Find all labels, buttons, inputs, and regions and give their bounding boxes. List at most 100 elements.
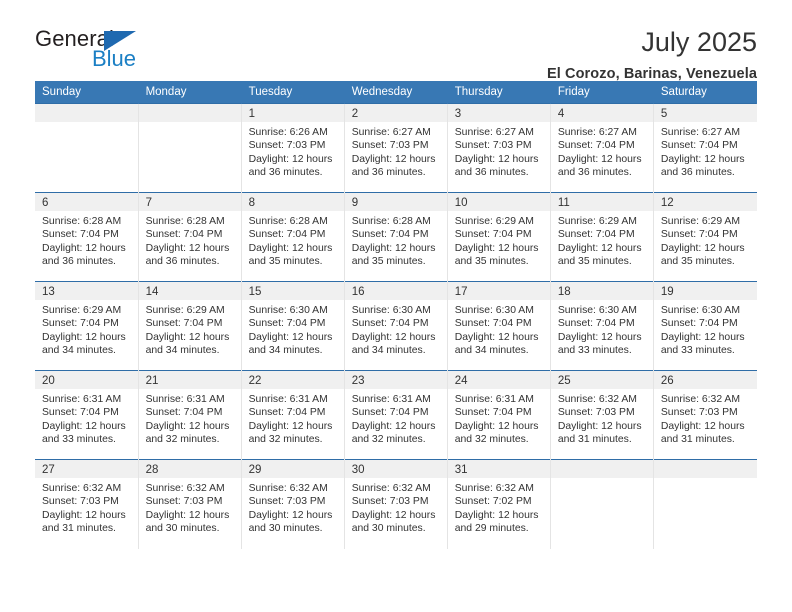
calendar-day-cell[interactable]: 17 Sunrise: 6:30 AM Sunset: 7:04 PM Dayligh…: [447, 281, 551, 371]
calendar-day-cell[interactable]: 20 Sunrise: 6:31 AM Sunset: 7:04 PM Dayligh…: [35, 370, 139, 460]
day-number: 19: [653, 282, 757, 300]
day-number: 29: [241, 460, 344, 478]
sunset-text: Sunset: 7:04 PM: [248, 318, 326, 330]
calendar-day-cell[interactable]: 29 Sunrise: 6:32 AM Sunset: 7:03 PM Dayligh…: [241, 459, 345, 549]
day-details: Sunrise: 6:30 AM Sunset: 7:04 PM Daylight:…: [654, 300, 757, 358]
calendar-day-cell[interactable]: 1 Sunrise: 6:26 AM Sunset: 7:03 PM Daylight…: [241, 103, 345, 193]
daylight-text-line2: and 31 minutes.: [42, 523, 116, 535]
location-subtitle: El Corozo, Barinas, Venezuela: [547, 66, 757, 82]
calendar-week-row: 1 Sunrise: 6:26 AM Sunset: 7:03 PM Daylight…: [35, 103, 757, 193]
calendar-day-cell[interactable]: 4 Sunrise: 6:27 AM Sunset: 7:04 PM Daylight…: [550, 103, 654, 193]
daylight-text-line1: Daylight: 12 hours: [557, 153, 642, 165]
calendar-header-row: Sunday Monday Tuesday Wednesday Thursday…: [35, 81, 758, 104]
day-number: 26: [653, 371, 757, 389]
day-details: Sunrise: 6:32 AM Sunset: 7:03 PM Daylight:…: [35, 478, 138, 536]
calendar-day-cell[interactable]: 27 Sunrise: 6:32 AM Sunset: 7:03 PM Dayligh…: [35, 459, 139, 549]
calendar-day-cell[interactable]: 16 Sunrise: 6:30 AM Sunset: 7:04 PM Dayligh…: [344, 281, 448, 371]
day-details: Sunrise: 6:30 AM Sunset: 7:04 PM Daylight:…: [551, 300, 653, 358]
daylight-text-line2: and 35 minutes.: [454, 256, 529, 268]
day-number: 30: [344, 460, 447, 478]
calendar-day-cell[interactable]: 23 Sunrise: 6:31 AM Sunset: 7:04 PM Dayligh…: [344, 370, 448, 460]
daylight-text-line2: and 34 minutes.: [351, 345, 426, 357]
day-number: [35, 104, 138, 122]
calendar-day-cell[interactable]: 28 Sunrise: 6:32 AM Sunset: 7:03 PM Dayligh…: [138, 459, 242, 549]
day-number: 12: [653, 193, 757, 211]
logo-text-blue: Blue: [92, 46, 137, 71]
daylight-text-line1: Daylight: 12 hours: [660, 153, 745, 165]
sunset-text: Sunset: 7:03 PM: [660, 407, 738, 419]
sunset-text: Sunset: 7:04 PM: [660, 229, 738, 241]
sunrise-text: Sunrise: 6:29 AM: [557, 216, 637, 227]
daylight-text-line2: and 32 minutes.: [351, 434, 426, 446]
sunrise-text: Sunrise: 6:32 AM: [557, 394, 637, 405]
calendar-page: General Blue July 2025 El Corozo, Barina…: [0, 0, 792, 612]
calendar-day-cell[interactable]: 22 Sunrise: 6:31 AM Sunset: 7:04 PM Dayligh…: [241, 370, 345, 460]
sunset-text: Sunset: 7:04 PM: [145, 318, 223, 330]
calendar-day-cell[interactable]: 7 Sunrise: 6:28 AM Sunset: 7:04 PM Daylight…: [138, 192, 242, 282]
day-details: Sunrise: 6:32 AM Sunset: 7:03 PM Daylight:…: [345, 478, 447, 536]
sunrise-text: Sunrise: 6:27 AM: [351, 127, 431, 138]
sunrise-text: Sunrise: 6:27 AM: [454, 127, 534, 138]
calendar-day-cell[interactable]: 3 Sunrise: 6:27 AM Sunset: 7:03 PM Daylight…: [447, 103, 551, 193]
weekday-header-friday: Friday: [550, 81, 654, 104]
calendar-day-cell[interactable]: 18 Sunrise: 6:30 AM Sunset: 7:04 PM Dayligh…: [550, 281, 654, 371]
day-number: 25: [550, 371, 653, 389]
day-number: 15: [241, 282, 344, 300]
day-details: Sunrise: 6:32 AM Sunset: 7:03 PM Daylight:…: [551, 389, 653, 447]
calendar-week-row: 13 Sunrise: 6:29 AM Sunset: 7:04 PM Dayligh…: [35, 281, 757, 371]
daylight-text-line2: and 36 minutes.: [42, 256, 116, 268]
calendar-day-cell[interactable]: 6 Sunrise: 6:28 AM Sunset: 7:04 PM Daylight…: [35, 192, 139, 282]
calendar-day-cell[interactable]: 8 Sunrise: 6:28 AM Sunset: 7:04 PM Daylight…: [241, 192, 345, 282]
calendar-day-cell[interactable]: 12 Sunrise: 6:29 AM Sunset: 7:04 PM Dayligh…: [653, 192, 757, 282]
daylight-text-line1: Daylight: 12 hours: [145, 242, 230, 254]
day-number: 14: [138, 282, 241, 300]
daylight-text-line1: Daylight: 12 hours: [351, 331, 436, 343]
day-number: 11: [550, 193, 653, 211]
sunset-text: Sunset: 7:04 PM: [145, 407, 223, 419]
calendar-day-cell[interactable]: 21 Sunrise: 6:31 AM Sunset: 7:04 PM Dayligh…: [138, 370, 242, 460]
sunrise-text: Sunrise: 6:27 AM: [660, 127, 741, 138]
daylight-text-line2: and 36 minutes.: [351, 167, 426, 179]
day-number: 1: [241, 104, 344, 122]
day-number: 13: [35, 282, 138, 300]
calendar-day-cell[interactable]: 10 Sunrise: 6:29 AM Sunset: 7:04 PM Dayligh…: [447, 192, 551, 282]
calendar-day-cell[interactable]: 13 Sunrise: 6:29 AM Sunset: 7:04 PM Dayligh…: [35, 281, 139, 371]
daylight-text-line1: Daylight: 12 hours: [42, 420, 126, 432]
calendar-day-cell[interactable]: 24 Sunrise: 6:31 AM Sunset: 7:04 PM Dayligh…: [447, 370, 551, 460]
sunrise-text: Sunrise: 6:31 AM: [145, 394, 225, 405]
calendar-day-cell[interactable]: 9 Sunrise: 6:28 AM Sunset: 7:04 PM Daylight…: [344, 192, 448, 282]
calendar-day-cell[interactable]: 2 Sunrise: 6:27 AM Sunset: 7:03 PM Daylight…: [344, 103, 448, 193]
sunrise-text: Sunrise: 6:28 AM: [248, 216, 328, 227]
calendar-day-cell[interactable]: 30 Sunrise: 6:32 AM Sunset: 7:03 PM Dayligh…: [344, 459, 448, 549]
daylight-text-line1: Daylight: 12 hours: [351, 242, 436, 254]
day-details: Sunrise: 6:29 AM Sunset: 7:04 PM Daylight:…: [35, 300, 138, 358]
calendar-day-cell[interactable]: 19 Sunrise: 6:30 AM Sunset: 7:04 PM Dayligh…: [653, 281, 757, 371]
calendar-day-cell[interactable]: 11 Sunrise: 6:29 AM Sunset: 7:04 PM Dayligh…: [550, 192, 654, 282]
calendar-day-cell[interactable]: 25 Sunrise: 6:32 AM Sunset: 7:03 PM Dayligh…: [550, 370, 654, 460]
day-details: Sunrise: 6:29 AM Sunset: 7:04 PM Daylight:…: [654, 211, 757, 269]
sunset-text: Sunset: 7:04 PM: [660, 140, 738, 152]
calendar-day-cell[interactable]: 31 Sunrise: 6:32 AM Sunset: 7:02 PM Dayligh…: [447, 459, 551, 549]
sunset-text: Sunset: 7:03 PM: [351, 496, 429, 508]
daylight-text-line2: and 36 minutes.: [145, 256, 220, 268]
sunset-text: Sunset: 7:04 PM: [42, 407, 119, 419]
calendar-day-cell[interactable]: 5 Sunrise: 6:27 AM Sunset: 7:04 PM Daylight…: [653, 103, 757, 193]
sunrise-text: Sunrise: 6:28 AM: [42, 216, 122, 227]
sunset-text: Sunset: 7:03 PM: [454, 140, 532, 152]
daylight-text-line1: Daylight: 12 hours: [557, 420, 642, 432]
day-number: [138, 104, 241, 122]
calendar-day-cell-empty: [653, 459, 757, 549]
calendar-day-cell[interactable]: 26 Sunrise: 6:32 AM Sunset: 7:03 PM Dayligh…: [653, 370, 757, 460]
day-number: 27: [35, 460, 138, 478]
sunrise-text: Sunrise: 6:31 AM: [351, 394, 431, 405]
calendar-day-cell[interactable]: 14 Sunrise: 6:29 AM Sunset: 7:04 PM Dayligh…: [138, 281, 242, 371]
day-details: Sunrise: 6:28 AM Sunset: 7:04 PM Daylight:…: [139, 211, 241, 269]
day-details: Sunrise: 6:31 AM Sunset: 7:04 PM Daylight:…: [139, 389, 241, 447]
sunset-text: Sunset: 7:04 PM: [351, 318, 429, 330]
sunrise-text: Sunrise: 6:32 AM: [248, 483, 328, 494]
daylight-text-line2: and 32 minutes.: [454, 434, 529, 446]
calendar-day-cell[interactable]: 15 Sunrise: 6:30 AM Sunset: 7:04 PM Dayligh…: [241, 281, 345, 371]
weekday-header-tuesday: Tuesday: [241, 81, 345, 104]
calendar-day-cell-empty: [138, 103, 242, 193]
sunset-text: Sunset: 7:04 PM: [248, 407, 326, 419]
